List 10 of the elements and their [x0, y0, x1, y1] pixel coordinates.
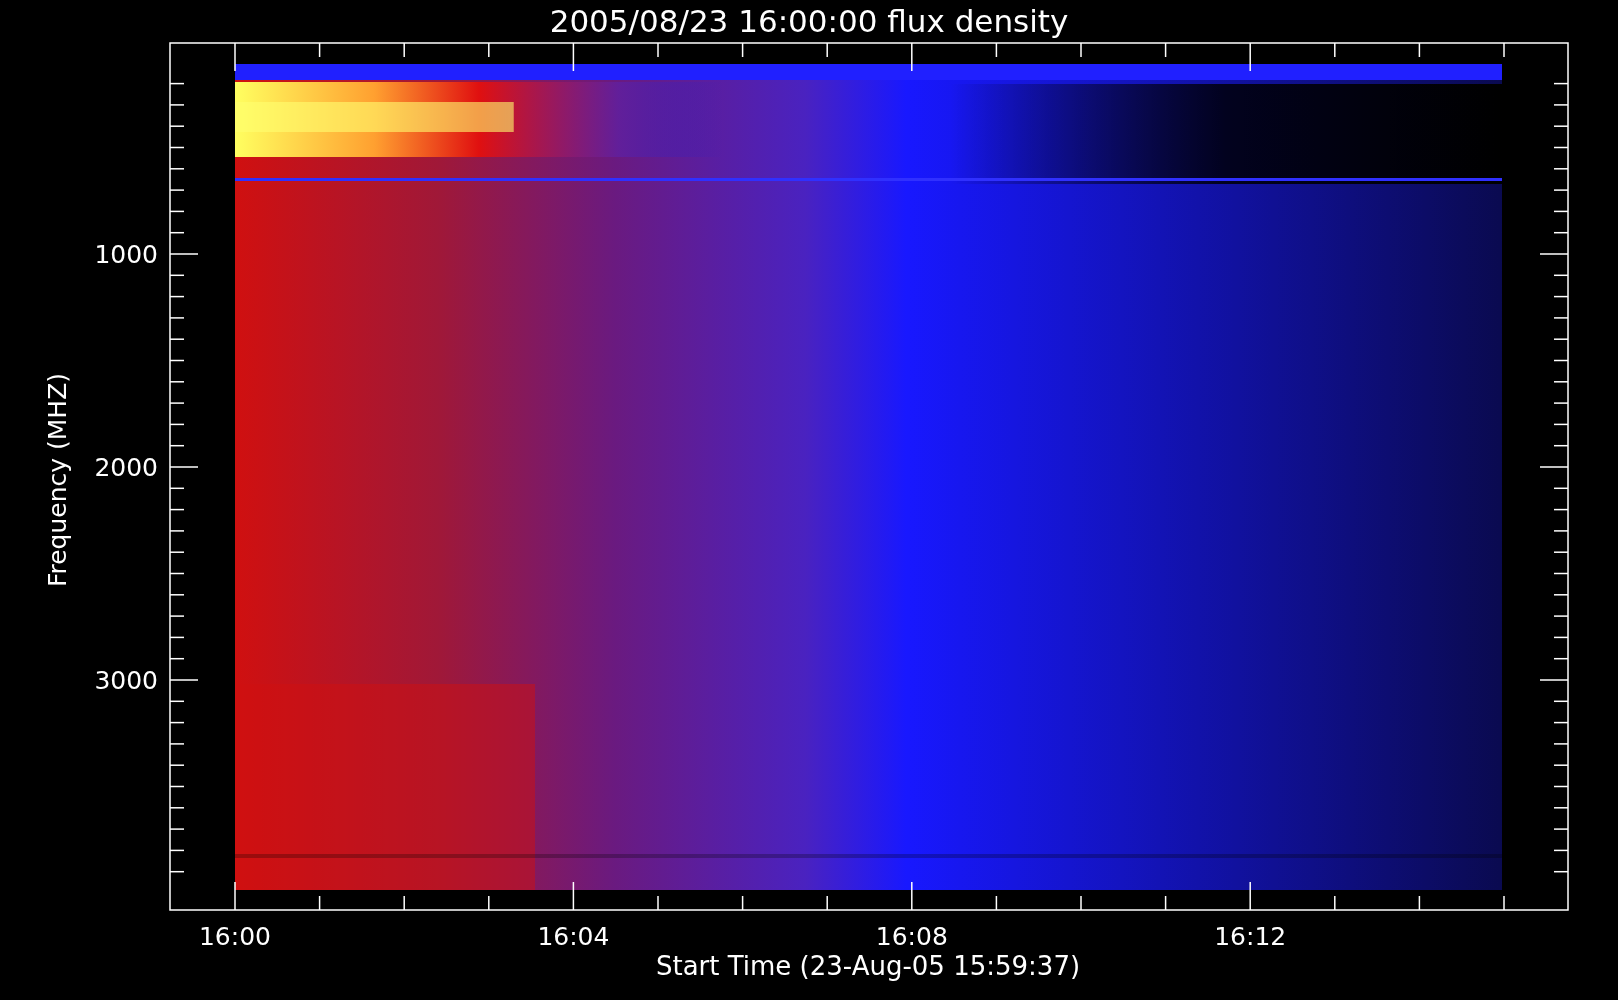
- y-tick-label: 3000: [94, 666, 158, 695]
- y-tick-label: 2000: [94, 453, 158, 482]
- x-tick-label: 16:00: [199, 922, 271, 951]
- plot-title: 2005/08/23 16:00:00 flux density: [549, 3, 1069, 39]
- y-axis-label: Frequency (MHZ): [43, 372, 72, 588]
- y-tick-label: 1000: [94, 240, 158, 269]
- x-tick-label: 16:12: [1214, 922, 1287, 951]
- x-tick-label: 16:04: [537, 922, 610, 951]
- x-axis-label: Start Time (23-Aug-05 15:59:37): [655, 951, 1081, 981]
- x-tick-label: 16:08: [875, 922, 948, 951]
